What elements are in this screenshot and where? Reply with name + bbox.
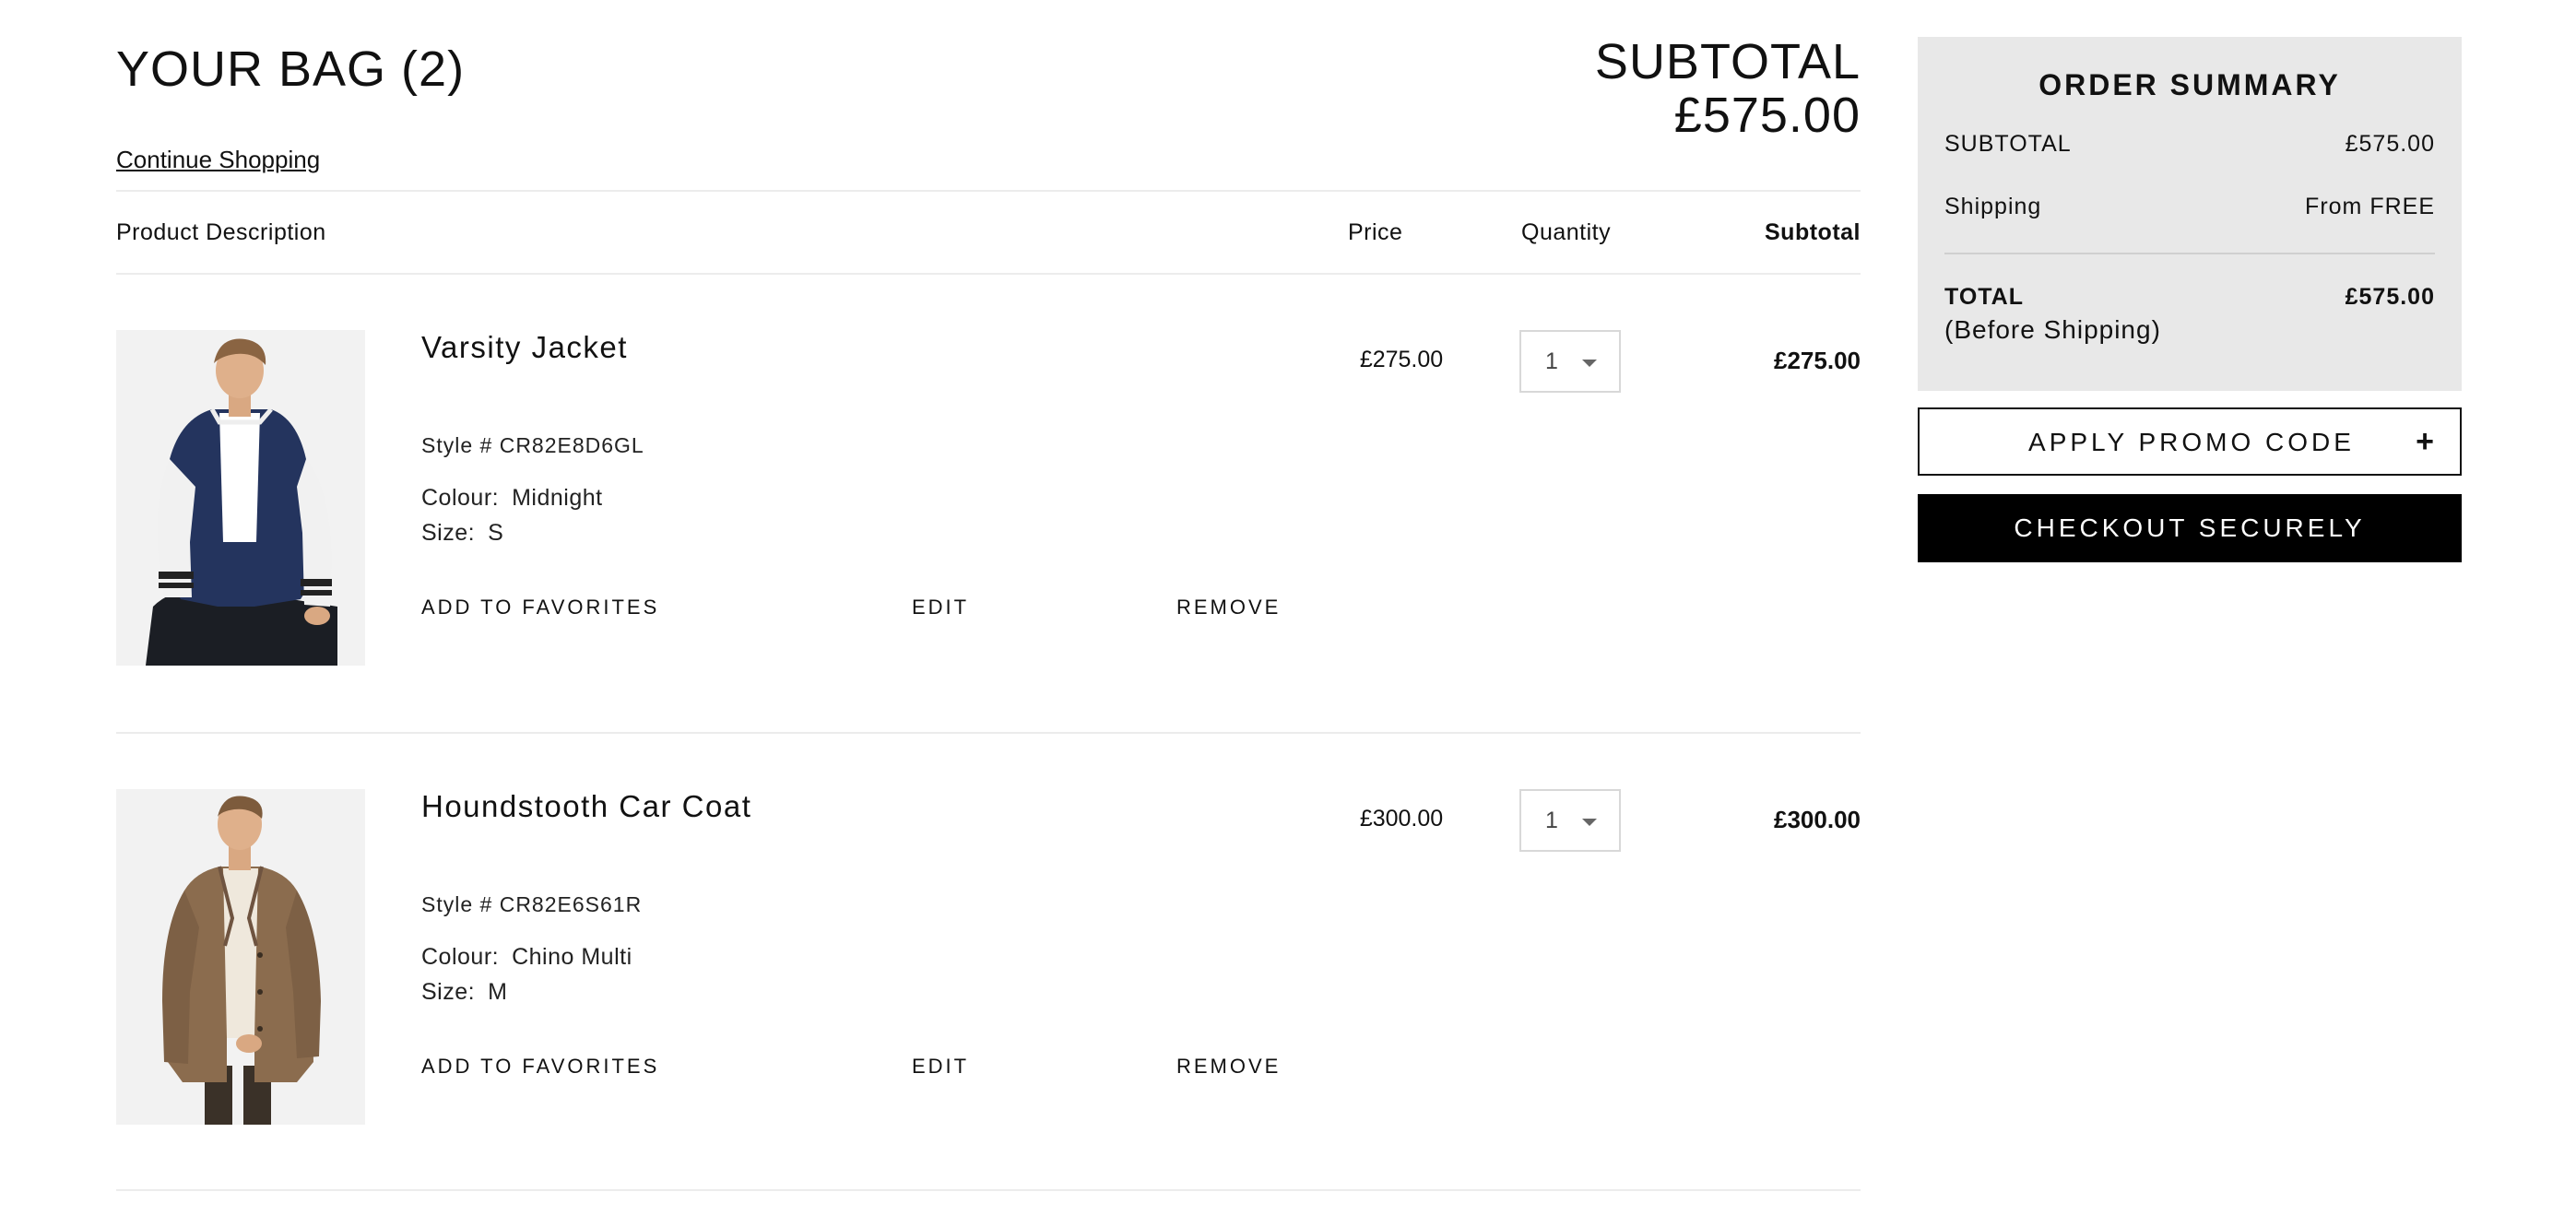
remove-button[interactable]: REMOVE bbox=[1176, 596, 1281, 619]
product-colour: Colour: Midnight bbox=[421, 485, 603, 512]
remove-button[interactable]: REMOVE bbox=[1176, 1055, 1281, 1079]
chevron-down-icon bbox=[1582, 360, 1597, 367]
divider bbox=[116, 190, 1861, 192]
line-subtotal: £275.00 bbox=[1774, 347, 1861, 374]
summary-shipping-value: From FREE bbox=[2305, 194, 2435, 219]
size-value: S bbox=[488, 520, 504, 546]
product-name[interactable]: Varsity Jacket bbox=[421, 330, 628, 365]
checkout-button[interactable]: CHECKOUT SECURELY bbox=[1918, 494, 2462, 562]
chevron-down-icon bbox=[1582, 819, 1597, 826]
edit-button[interactable]: EDIT bbox=[912, 1055, 969, 1079]
summary-total-label: TOTAL bbox=[1944, 284, 2025, 310]
quantity-value: 1 bbox=[1545, 808, 1558, 833]
apply-promo-code-button[interactable]: APPLY PROMO CODE + bbox=[1918, 407, 2462, 476]
colour-value: Midnight bbox=[512, 485, 603, 511]
add-to-favorites-button[interactable]: ADD TO FAVORITES bbox=[421, 1055, 659, 1079]
summary-total-note: (Before Shipping) bbox=[1944, 315, 2161, 344]
summary-shipping-label: Shipping bbox=[1944, 194, 2042, 219]
jacket-model-illustration bbox=[116, 330, 365, 666]
header-subtotal: SUBTOTAL £575.00 bbox=[1595, 35, 1861, 142]
quantity-select[interactable]: 1 bbox=[1519, 789, 1621, 852]
column-header-price: Price bbox=[1348, 219, 1403, 245]
colour-value: Chino Multi bbox=[512, 944, 632, 970]
product-image-varsity-jacket[interactable] bbox=[116, 330, 365, 666]
coat-model-illustration bbox=[116, 789, 365, 1125]
page-title: YOUR BAG (2) bbox=[116, 41, 466, 97]
line-subtotal: £300.00 bbox=[1774, 806, 1861, 833]
divider bbox=[116, 732, 1861, 734]
checkout-button-label: CHECKOUT SECURELY bbox=[2014, 513, 2366, 542]
product-image-houndstooth-car-coat[interactable] bbox=[116, 789, 365, 1125]
size-label: Size: bbox=[421, 979, 476, 1005]
column-header-subtotal: Subtotal bbox=[1765, 219, 1861, 245]
promo-button-label: APPLY PROMO CODE bbox=[2028, 428, 2355, 456]
quantity-value: 1 bbox=[1545, 348, 1558, 374]
order-summary-title: ORDER SUMMARY bbox=[2038, 68, 2341, 101]
order-summary: ORDER SUMMARY SUBTOTAL £575.00 Shipping … bbox=[1918, 37, 2462, 391]
add-to-favorites-button[interactable]: ADD TO FAVORITES bbox=[421, 596, 659, 619]
continue-shopping-link[interactable]: Continue Shopping bbox=[116, 146, 320, 174]
colour-label: Colour: bbox=[421, 944, 500, 970]
size-label: Size: bbox=[421, 520, 476, 546]
header-subtotal-value: £575.00 bbox=[1673, 88, 1861, 143]
cart-item: Varsity Jacket Style # CR82E8D6GL Colour… bbox=[116, 330, 1861, 666]
summary-shipping-row: Shipping From FREE bbox=[1944, 194, 2435, 220]
divider bbox=[116, 273, 1861, 275]
product-style-number: Style # CR82E6S61R bbox=[421, 892, 643, 916]
product-size: Size: S bbox=[421, 520, 503, 547]
summary-subtotal-label: SUBTOTAL bbox=[1944, 131, 2072, 157]
unit-price: £275.00 bbox=[1359, 347, 1444, 372]
divider bbox=[1944, 253, 2435, 254]
size-value: M bbox=[488, 979, 508, 1005]
divider bbox=[116, 1189, 1861, 1191]
product-name[interactable]: Houndstooth Car Coat bbox=[421, 789, 751, 824]
bag-page: YOUR BAG (2) Continue Shopping SUBTOTAL … bbox=[0, 0, 2576, 1215]
summary-total-value: £575.00 bbox=[2345, 284, 2435, 310]
summary-subtotal-value: £575.00 bbox=[2345, 131, 2435, 157]
product-size: Size: M bbox=[421, 979, 507, 1006]
column-header-description: Product Description bbox=[116, 219, 326, 245]
product-style-number: Style # CR82E8D6GL bbox=[421, 433, 644, 457]
unit-price: £300.00 bbox=[1359, 806, 1444, 832]
product-colour: Colour: Chino Multi bbox=[421, 944, 632, 971]
colour-label: Colour: bbox=[421, 485, 500, 511]
summary-total-row: TOTAL £575.00 bbox=[1944, 284, 2435, 311]
edit-button[interactable]: EDIT bbox=[912, 596, 969, 619]
column-header-quantity: Quantity bbox=[1521, 219, 1612, 245]
summary-subtotal-row: SUBTOTAL £575.00 bbox=[1944, 131, 2435, 158]
quantity-select[interactable]: 1 bbox=[1519, 330, 1621, 393]
header-subtotal-label: SUBTOTAL bbox=[1594, 34, 1861, 89]
plus-icon: + bbox=[2416, 424, 2434, 459]
cart-item: Houndstooth Car Coat Style # CR82E6S61R … bbox=[116, 789, 1861, 1125]
